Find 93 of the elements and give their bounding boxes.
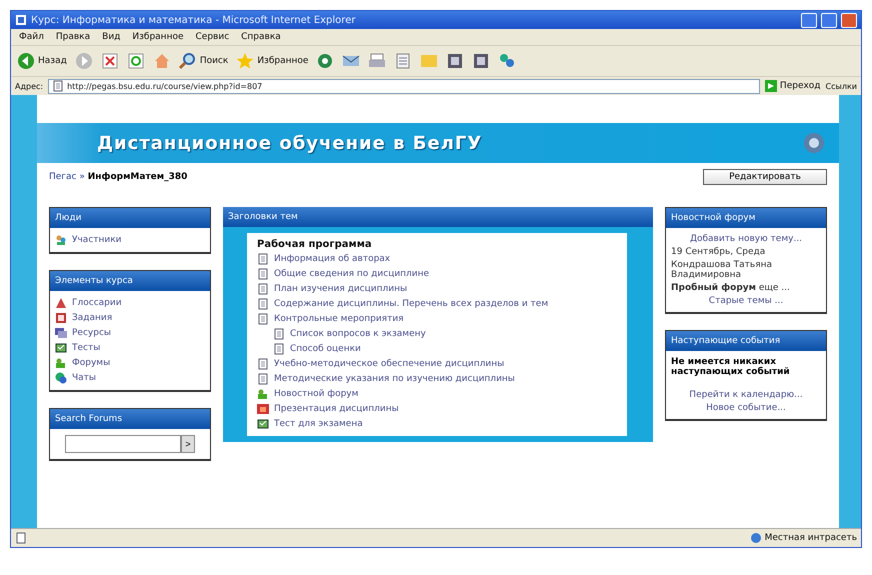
resource-link[interactable]: План изучения дисциплины [274, 284, 408, 294]
older-topics-link[interactable]: Старые темы ... [708, 296, 784, 306]
block-link[interactable]: Форумы [72, 358, 110, 368]
resource-link[interactable]: Тест для экзамена [274, 419, 363, 429]
page-icon [257, 373, 269, 385]
go-button[interactable]: Переход [764, 80, 821, 92]
events-message: Не имеется никаких наступающих событий [671, 357, 791, 377]
resource-link[interactable]: Информация об авторах [274, 254, 390, 264]
toolbar-button[interactable]: Поиск [178, 52, 228, 70]
forum-icon [55, 357, 67, 369]
page-icon [257, 268, 269, 280]
breadcrumb-separator: » [79, 172, 85, 182]
window-icon[interactable] [446, 52, 464, 70]
block-link[interactable]: Глоссарии [72, 298, 122, 308]
resource-link[interactable]: Список вопросов к экзамену [290, 329, 426, 339]
post-title[interactable]: Пробный форум еще ... [671, 283, 821, 293]
go-icon [764, 80, 777, 92]
resource-link[interactable]: Методические указания по изучению дисциплины [274, 374, 515, 384]
forum-icon [257, 388, 269, 400]
block-title: Наступающие события [666, 331, 826, 351]
resource-link[interactable]: Способ оценки [290, 344, 361, 354]
menu-item[interactable]: Правка [56, 32, 90, 42]
window-title: Курс: Информатика и математика - Microsoft Internet Explorer [31, 14, 356, 26]
glossary-icon [55, 297, 67, 309]
people-icon [55, 234, 67, 246]
resource-link[interactable]: Презентация дисциплины [274, 404, 399, 414]
resource-link[interactable]: Общие сведения по дисциплине [274, 269, 430, 279]
page-icon [257, 313, 269, 325]
window-icon[interactable] [472, 52, 490, 70]
site-title: Дистанционное обучение в БелГУ [97, 132, 482, 154]
menu-item[interactable]: Вид [102, 32, 120, 42]
address-label: Адрес: [15, 82, 44, 90]
page-icon [273, 328, 285, 340]
toolbar-button[interactable]: Назад [17, 52, 67, 70]
menu-item[interactable]: Сервис [196, 32, 230, 42]
block-title: Search Forums [50, 409, 210, 429]
topics-title: Заголовки тем [223, 207, 653, 227]
breadcrumb-current: ИнформМатем_380 [88, 172, 188, 182]
address-field[interactable]: http://pegas.bsu.edu.ru/course/view.php?id=807 [48, 78, 760, 94]
menu-item[interactable]: Справка [241, 32, 281, 42]
resource-link[interactable]: Содержание дисциплины. Перечень всех разделов и тем [274, 299, 548, 309]
people-icon[interactable] [498, 52, 516, 70]
page-icon [15, 532, 27, 544]
back-icon[interactable] [17, 52, 35, 70]
resource-link[interactable]: Контрольные мероприятия [274, 314, 404, 324]
edit-button[interactable]: Редактировать [703, 169, 827, 185]
event-link[interactable]: Новое событие... [706, 403, 786, 413]
minimize-button[interactable] [801, 12, 817, 28]
block-link[interactable]: Задания [72, 313, 112, 323]
block-link[interactable]: Чаты [72, 373, 96, 383]
breadcrumb-link[interactable]: Пегас [49, 172, 76, 182]
stop-icon[interactable] [100, 52, 119, 70]
block-title: Новостной форум [666, 208, 826, 228]
section-title: Рабочая программа [257, 239, 373, 250]
menu-item[interactable]: Файл [19, 32, 44, 42]
block-link[interactable]: Тесты [72, 343, 100, 353]
block-link[interactable]: Участники [72, 235, 122, 245]
edit-icon[interactable] [394, 52, 412, 70]
assignment-icon [55, 312, 67, 324]
page-icon [257, 358, 269, 370]
chat-icon [55, 372, 67, 384]
search-button[interactable]: > [181, 435, 195, 453]
event-link[interactable]: Перейти к календарю... [689, 390, 803, 400]
zone-indicator: Местная интрасеть [750, 532, 857, 544]
page-icon [15, 14, 27, 26]
post-date: 19 Сентябрь, Среда [671, 247, 766, 257]
star-icon[interactable] [236, 52, 254, 70]
toolbar-button[interactable]: Избранное [236, 52, 308, 70]
add-topic-link[interactable]: Добавить новую тему... [690, 234, 802, 244]
maximize-button[interactable] [821, 12, 837, 28]
block-title: Люди [50, 208, 210, 228]
forward-icon[interactable] [74, 52, 93, 70]
resource-link[interactable]: Новостной форум [274, 389, 358, 399]
print-icon[interactable] [368, 52, 386, 70]
search-icon[interactable] [178, 52, 197, 70]
links-label[interactable]: Ссылки [826, 82, 857, 90]
page-icon [273, 343, 285, 355]
resource-link[interactable]: Учебно-методическое обеспечение дисциплины [274, 359, 504, 369]
refresh-icon[interactable] [126, 52, 145, 70]
quiz-icon [55, 342, 67, 354]
page-icon [52, 80, 64, 92]
presentation-icon [257, 403, 269, 415]
close-button[interactable] [841, 12, 857, 28]
quiz-icon [257, 418, 269, 430]
page-icon [257, 253, 269, 265]
block-title: Элементы курса [50, 271, 210, 291]
block-link[interactable]: Ресурсы [72, 328, 112, 338]
page-icon [257, 283, 269, 295]
search-field[interactable] [65, 435, 181, 453]
resource-icon [55, 327, 67, 339]
page-icon [257, 298, 269, 310]
menu-item[interactable]: Избранное [132, 32, 184, 42]
post-author: Кондрашова Татьяна Владимировна [671, 260, 774, 280]
